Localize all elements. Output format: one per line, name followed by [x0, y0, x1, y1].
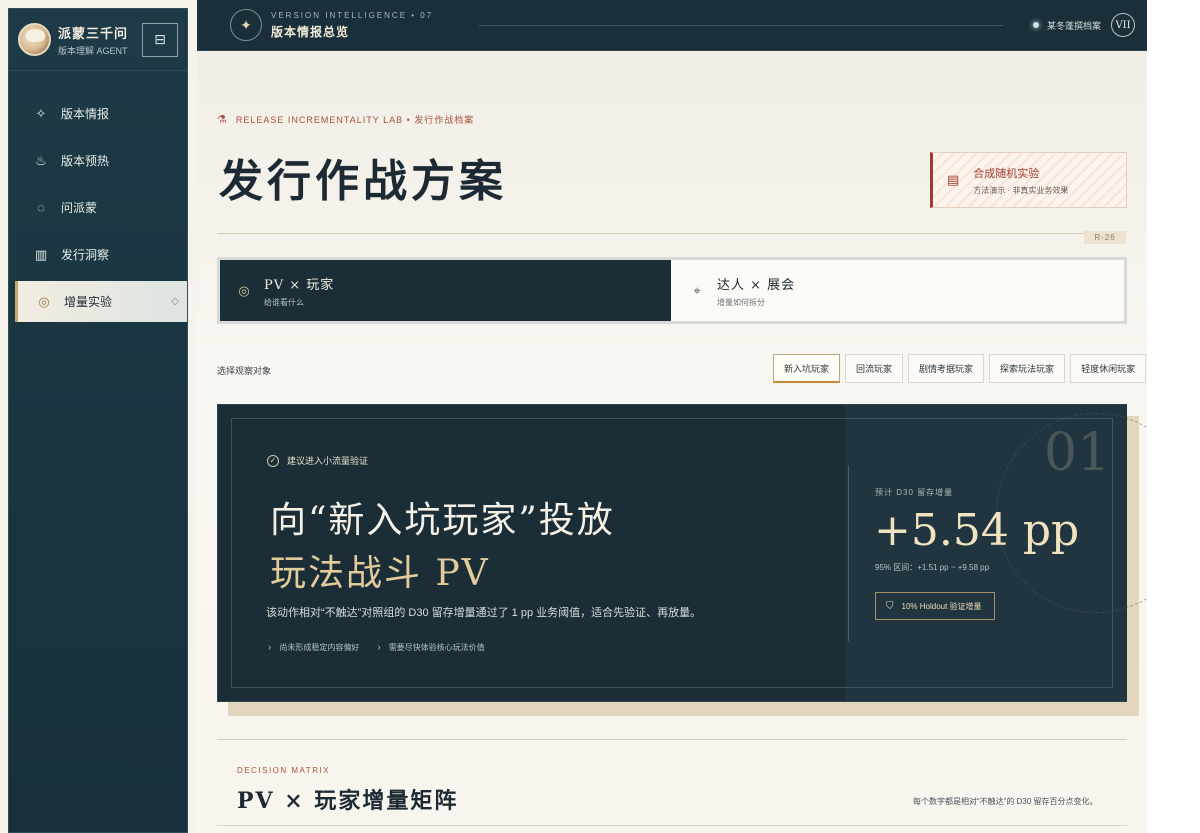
- right-margin: [1147, 0, 1200, 833]
- sidebar-item-version-warmup[interactable]: ♨ 版本预热: [15, 140, 187, 181]
- target-icon: ◎: [38, 293, 50, 309]
- metric-label: 预计 D30 留存增量: [875, 488, 954, 497]
- hero-divider: [848, 465, 849, 641]
- flame-icon: ♨: [35, 152, 47, 168]
- topbar: ✦ VERSION INTELLIGENCE • 07 版本情报总览 某冬蓬撰档…: [197, 0, 1147, 51]
- holdout-button[interactable]: ⛉ 10% Holdout 验证增量: [875, 592, 995, 620]
- matrix-title: PV × 玩家增量矩阵: [237, 788, 459, 814]
- recommendation-text: 建议进入小流量验证: [287, 456, 369, 466]
- tab-new-players[interactable]: 新入坑玩家: [773, 354, 841, 383]
- topbar-title: 版本情报总览: [271, 24, 350, 39]
- tab-lore-players[interactable]: 剧情考据玩家: [908, 354, 985, 383]
- hero-bullets: 尚未形成稳定内容偏好 需要尽快体验核心玩法价值: [268, 642, 485, 653]
- flask-icon: ⚗: [217, 114, 228, 126]
- synthetic-experiment-notice: ▤ 合成随机实验 方法演示 · 非真实业务效果: [930, 152, 1127, 208]
- brand-title: 派蒙三千问: [58, 26, 129, 42]
- hero-index-number: 01: [1044, 423, 1111, 483]
- synthetic-title: 合成随机实验: [973, 167, 1040, 180]
- hero-headline-accent: 玩法战斗 PV: [270, 553, 490, 594]
- tab-casual-players[interactable]: 轻度休闲玩家: [1070, 354, 1147, 383]
- observe-label: 选择观察对象: [217, 366, 272, 376]
- mode-label: PV × 玩家: [264, 277, 335, 293]
- shield-icon: ⛉: [886, 600, 894, 612]
- sidebar-item-incrementality[interactable]: ◎ 增量实验 ◇: [15, 281, 187, 322]
- mode-pv-player[interactable]: ◎ PV × 玩家 给谁看什么: [220, 260, 671, 321]
- holdout-label: 10% Holdout 验证增量: [901, 601, 982, 611]
- recommendation: ✓ 建议进入小流量验证: [267, 454, 368, 467]
- main-content: ⚗ RELEASE INCREMENTALITY LAB • 发行作战档案 发行…: [197, 51, 1147, 833]
- hero-headline: 向“新入坑玩家”投放: [270, 500, 615, 541]
- topbar-divider: [479, 24, 1003, 26]
- page-title: 发行作战方案: [219, 156, 507, 207]
- divider: [217, 739, 1127, 740]
- sidebar-nav: ✧ 版本情报 ♨ 版本预热 ◌ 问派蒙 ▥ 发行洞察 ◎ 增量实验 ◇: [9, 71, 187, 322]
- metric-confidence-interval: 95% 区间：+1.51 pp ~ +9.58 pp: [875, 563, 990, 572]
- hero-bullet: 需要尽快体验核心玩法价值: [377, 642, 485, 653]
- hero-card: ✓ 建议进入小流量验证 向“新入坑玩家”投放 玩法战斗 PV 该动作相对“不触达…: [217, 404, 1147, 702]
- hero-description: 该动作相对“不触达”对照组的 D30 留存增量通过了 1 pp 业务阈值，适合先…: [266, 607, 702, 619]
- target-icon: ◎: [238, 282, 250, 298]
- page-kicker-text: RELEASE INCREMENTALITY LAB • 发行作战档案: [235, 115, 475, 125]
- sidebar-item-version-intel[interactable]: ✧ 版本情报: [15, 93, 187, 134]
- chat-bubble-icon: ◌: [37, 200, 45, 215]
- sidebar-header: 派蒙三千问 版本理解 AGENT ⊟: [9, 9, 187, 71]
- mode-sub: 给谁看什么: [264, 297, 304, 307]
- divider: [217, 825, 1127, 826]
- metric-value: +5.54 pp: [874, 505, 1080, 556]
- hero-bullet: 尚未形成稳定内容偏好: [268, 642, 359, 653]
- sidebar-item-label: 版本情报: [61, 107, 110, 121]
- divider: [217, 233, 1127, 234]
- matrix-note: 每个数字都是相对“不触达”的 D30 留存百分点变化。: [913, 797, 1098, 806]
- sidebar-item-label: 发行洞察: [61, 248, 110, 262]
- compass-star-icon: ✦: [230, 9, 262, 41]
- archive-link[interactable]: 某冬蓬撰档案: [1047, 19, 1101, 32]
- calendar-icon: ▤: [947, 172, 960, 187]
- observe-tabs: 新入坑玩家 回流玩家 剧情考据玩家 探索玩法玩家 轻度休闲玩家: [773, 354, 1147, 383]
- bar-chart-icon: ▥: [34, 246, 48, 262]
- version-badge: VII: [1111, 13, 1135, 37]
- collapse-panel-icon: ⊟: [154, 31, 166, 47]
- status-dot-icon: [1032, 22, 1039, 28]
- sparkle-icon: ✧: [35, 105, 47, 121]
- check-circle-icon: ✓: [267, 454, 279, 467]
- synthetic-subtitle: 方法演示 · 非真实业务效果: [973, 185, 1069, 195]
- collapse-sidebar-button[interactable]: ⊟: [142, 22, 178, 57]
- avatar: [18, 23, 51, 56]
- matrix-kicker: DECISION MATRIX: [237, 766, 331, 775]
- mode-sub: 增量如何拆分: [717, 297, 765, 307]
- brand-subtitle: 版本理解 AGENT: [58, 45, 128, 56]
- sidebar-item-release-insight[interactable]: ▥ 发行洞察: [15, 234, 187, 275]
- mode-switch: ◎ PV × 玩家 给谁看什么 ⌖ 达人 × 展会 增量如何拆分: [217, 257, 1127, 324]
- sidebar-item-label: 增量实验: [64, 295, 113, 309]
- location-pin-icon: ⌖: [693, 282, 701, 298]
- mode-label: 达人 × 展会: [717, 277, 796, 293]
- topbar-kicker: VERSION INTELLIGENCE • 07: [271, 10, 434, 20]
- topbar-titles: VERSION INTELLIGENCE • 07 版本情报总览: [271, 11, 433, 40]
- tab-returning-players[interactable]: 回流玩家: [845, 354, 904, 383]
- sidebar: 派蒙三千问 版本理解 AGENT ⊟ ✧ 版本情报 ♨ 版本预热 ◌ 问派蒙 ▥…: [8, 8, 188, 833]
- page-kicker: ⚗ RELEASE INCREMENTALITY LAB • 发行作战档案: [217, 113, 474, 126]
- diamond-icon: ◇: [171, 296, 179, 307]
- sidebar-item-label: 问派蒙: [61, 201, 98, 215]
- sidebar-item-label: 版本预热: [61, 154, 110, 168]
- tab-explore-players[interactable]: 探索玩法玩家: [989, 354, 1066, 383]
- reference-tag: R-26: [1084, 231, 1126, 244]
- sidebar-item-ask-paimon[interactable]: ◌ 问派蒙: [15, 187, 187, 228]
- mode-creator-expo[interactable]: ⌖ 达人 × 展会 增量如何拆分: [671, 260, 1124, 321]
- brand: 派蒙三千问 版本理解 AGENT: [58, 23, 128, 57]
